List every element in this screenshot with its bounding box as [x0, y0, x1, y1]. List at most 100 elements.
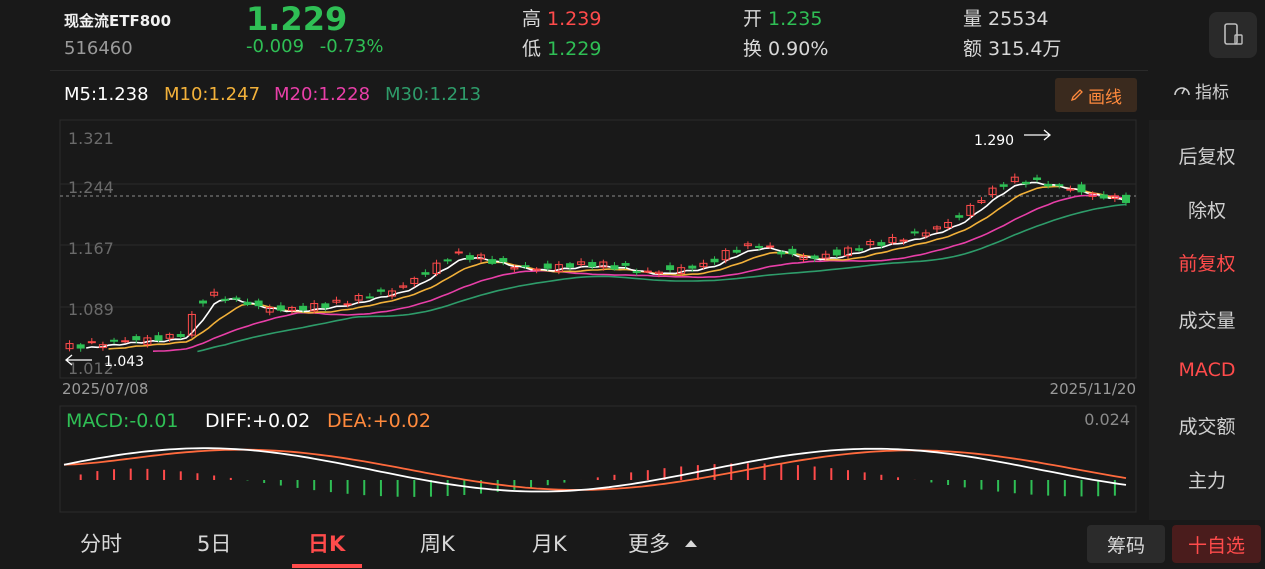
arrow-right-icon [1024, 129, 1052, 141]
gauge-icon [1174, 86, 1190, 95]
candle-body [299, 305, 308, 311]
candle-body [1021, 181, 1030, 185]
candle-body [621, 263, 630, 266]
candle-body [87, 341, 96, 344]
menu-ex-rights[interactable]: 除权 [1149, 196, 1265, 223]
amount-label: 额 [963, 38, 983, 60]
draw-line-label: 画线 [1088, 87, 1122, 108]
high-label: 高 [522, 8, 542, 30]
candle-body [1099, 194, 1108, 199]
amount-value: 315.4万 [988, 38, 1062, 60]
candle-body [276, 305, 285, 311]
quote-amount: 额 315.4万 [963, 34, 1061, 61]
tab-intraday[interactable]: 分时 [80, 528, 122, 558]
candle-body [154, 335, 163, 341]
diff-value: DIFF:+0.02 [205, 410, 310, 432]
candle-body [610, 265, 619, 270]
ma30-line [197, 203, 1127, 353]
macd-chart[interactable]: MACD:-0.01 DIFF:+0.02 DEA:+0.02 0.024 [0, 404, 1149, 516]
change-value: -0.009 [246, 36, 305, 57]
ma30-label: M30:1.213 [385, 84, 482, 105]
candle-body [499, 258, 508, 263]
candle-body [855, 248, 864, 251]
diff-line [63, 447, 1127, 493]
menu-post-adjusted[interactable]: 后复权 [1149, 142, 1265, 169]
tab-weekly-k[interactable]: 周K [420, 528, 455, 558]
candle-body [788, 248, 797, 255]
macd-top-value: 0.024 [1084, 410, 1130, 429]
candle-body [343, 303, 352, 306]
y-tick-label: 1.321 [68, 129, 114, 148]
candle-body [532, 268, 541, 271]
candle-body [221, 298, 230, 301]
pencil-icon [1070, 89, 1083, 102]
draw-line-button[interactable]: 画线 [1055, 78, 1137, 112]
candle-body [521, 265, 530, 268]
tab-more-label: 更多 [628, 532, 670, 556]
candle-body [588, 262, 597, 268]
candle-body [132, 336, 141, 341]
ma20-label: M20:1.228 [274, 84, 371, 105]
candle-body [899, 239, 908, 242]
candle-body [76, 344, 85, 349]
caret-up-icon [685, 540, 697, 547]
quote-turnover: 换 0.90% [743, 34, 828, 61]
y-tick-label: 1.167 [68, 239, 114, 258]
candle-body [666, 265, 675, 271]
open-label: 开 [743, 8, 763, 30]
chips-button[interactable]: 筹码 [1087, 525, 1165, 563]
phone-rotate-icon [1224, 23, 1243, 45]
candle-body [421, 272, 430, 275]
candle-body [810, 255, 819, 259]
low-label: 低 [522, 38, 542, 60]
add-watchlist-button[interactable]: 十自选 [1172, 525, 1261, 563]
low-value: 1.229 [547, 38, 602, 60]
candle-body [910, 231, 919, 234]
tab-daily-k[interactable]: 日K [308, 528, 345, 558]
candle-body [688, 265, 697, 269]
menu-macd[interactable]: MACD [1149, 359, 1265, 381]
quote-open: 开 1.235 [743, 4, 822, 31]
high-value: 1.239 [547, 8, 602, 30]
menu-amount[interactable]: 成交额 [1149, 412, 1265, 439]
app-root: 现金流ETF800 516460 1.229 -0.009 -0.73% 高 1.… [0, 0, 1265, 569]
candle-body [488, 259, 497, 264]
start-date-label: 2025/07/08 [62, 380, 148, 398]
menu-pre-adjusted[interactable]: 前复权 [1149, 249, 1265, 276]
volume-value: 25534 [988, 8, 1049, 30]
turnover-label: 换 [743, 38, 763, 60]
stock-code: 516460 [64, 38, 133, 59]
candle-body [1055, 184, 1064, 187]
quote-low: 低 1.229 [522, 34, 601, 61]
candles [65, 173, 1130, 352]
tab-more[interactable]: 更多 [628, 528, 698, 558]
current-price: 1.229 [246, 0, 348, 38]
indicator-button[interactable]: 指标 [1173, 78, 1229, 103]
tab-5day[interactable]: 5日 [197, 528, 231, 558]
candlestick-chart[interactable]: 1.321 1.244 1.167 1.089 1.012 1.290 1.04… [0, 118, 1149, 408]
candle-body [777, 251, 786, 255]
menu-main-force[interactable]: 主力 [1149, 466, 1265, 493]
menu-volume[interactable]: 成交量 [1149, 306, 1265, 333]
landscape-toggle-button[interactable] [1209, 12, 1257, 58]
candle-body [565, 263, 574, 268]
candle-body [643, 270, 652, 273]
tab-monthly-k[interactable]: 月K [532, 528, 567, 558]
change-percent: -0.73% [319, 36, 384, 57]
candle-body [243, 301, 252, 306]
header-divider [50, 70, 1148, 71]
candle-body [365, 296, 374, 299]
candle-body [1077, 184, 1086, 193]
macd-histogram [79, 463, 1116, 497]
candle-body [766, 245, 775, 248]
candle-body [632, 271, 641, 274]
candle-body [732, 249, 741, 253]
candle-body [121, 340, 130, 343]
candle-body [176, 334, 185, 337]
max-price-marker: 1.290 [974, 133, 1014, 149]
candle-body [755, 245, 764, 248]
candle-body [254, 300, 263, 307]
quote-high: 高 1.239 [522, 4, 601, 31]
candle-body [232, 297, 241, 300]
candle-body [999, 184, 1008, 187]
